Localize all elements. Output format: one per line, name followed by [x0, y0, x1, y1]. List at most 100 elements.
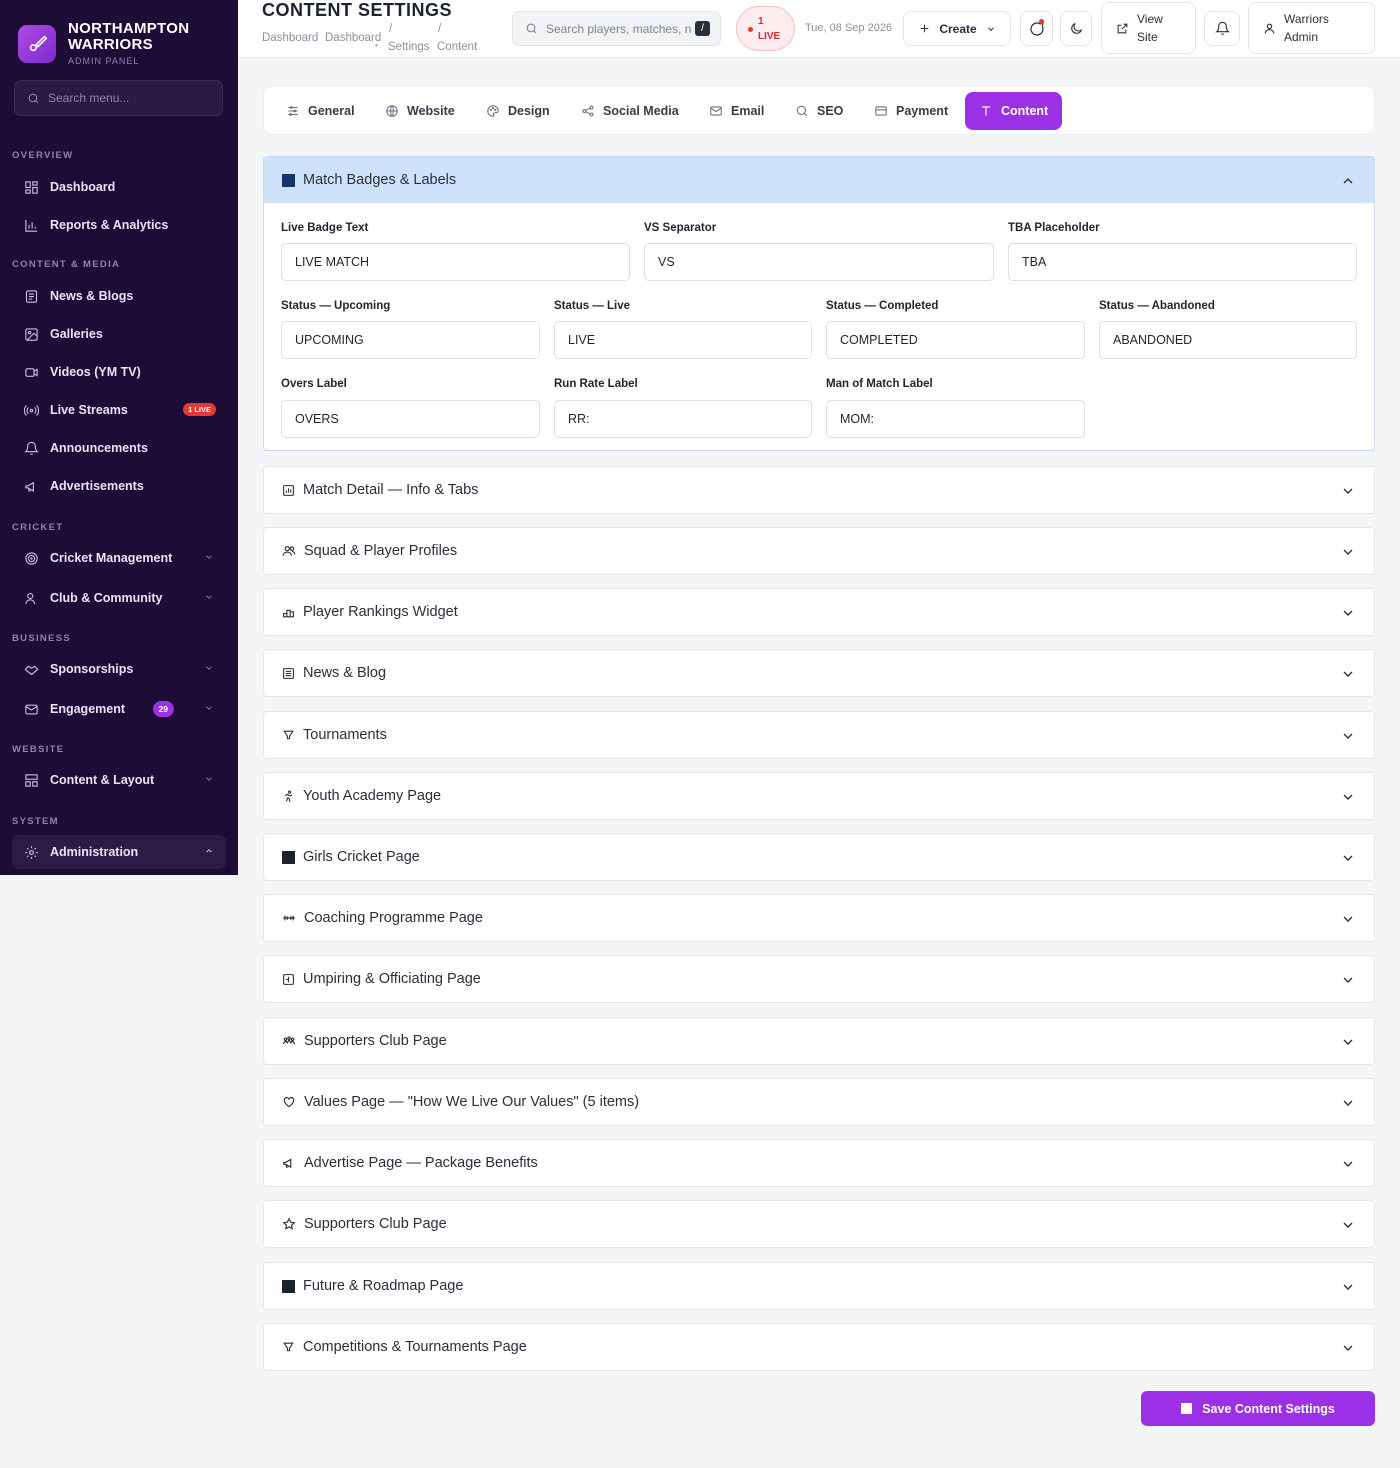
sidebar: NORTHAMPTON WARRIORS ADMIN PANEL Search …	[0, 0, 238, 875]
section-future-roadmap[interactable]: Future & Roadmap Page	[263, 1262, 1375, 1310]
section-header[interactable]: Supporters Club Page	[264, 1201, 1374, 1247]
sidebar-item-live-streams[interactable]: Live Streams 1 LIVE	[12, 393, 226, 427]
live-badge-text-input[interactable]	[281, 243, 630, 281]
section-values[interactable]: Values Page — "How We Live Our Values" (…	[263, 1078, 1375, 1126]
create-button[interactable]: Create	[903, 11, 1011, 46]
sidebar-item-sponsorships[interactable]: Sponsorships	[12, 652, 226, 686]
sidebar-item-dashboard[interactable]: Dashboard	[12, 170, 226, 204]
sidebar-item-label: Videos (YM TV)	[50, 365, 141, 379]
tab-label: Design	[508, 104, 550, 118]
section-umpiring[interactable]: Umpiring & Officiating Page	[263, 955, 1375, 1003]
vs-separator-input[interactable]	[644, 243, 994, 281]
section-header[interactable]: Coaching Programme Page	[264, 895, 1374, 941]
section-header[interactable]: Umpiring & Officiating Page	[264, 956, 1374, 1002]
section-header[interactable]: Advertise Page — Package Benefits	[264, 1140, 1374, 1186]
section-header[interactable]: Tournaments	[264, 712, 1374, 758]
tab-label: Content	[1001, 104, 1049, 118]
section-header[interactable]: Girls Cricket Page	[264, 834, 1374, 880]
section-title: Youth Academy Page	[303, 788, 442, 804]
tba-placeholder-input[interactable]	[1008, 243, 1357, 281]
sidebar-item-label: News & Blogs	[50, 289, 134, 303]
chevron-down-icon	[1343, 1100, 1353, 1106]
nav-section-overview: OVERVIEW	[12, 150, 74, 161]
brand-name-line2: WARRIORS	[68, 36, 153, 53]
section-header[interactable]: Match Detail — Info & Tabs	[264, 467, 1374, 513]
status-live-input[interactable]	[554, 321, 812, 359]
sidebar-item-cricket-management[interactable]: Cricket Management	[12, 541, 226, 575]
section-squad[interactable]: Squad & Player Profiles	[263, 527, 1375, 575]
section-news-blog[interactable]: News & Blog	[263, 649, 1375, 697]
section-header[interactable]: Match Badges & Labels	[264, 157, 1374, 203]
section-header[interactable]: Squad & Player Profiles	[264, 528, 1374, 574]
section-title: News & Blog	[303, 665, 387, 681]
field-label: Run Rate Label	[554, 378, 638, 390]
cricket-logo-icon	[18, 24, 56, 63]
section-header[interactable]: Competitions & Tournaments Page	[264, 1324, 1374, 1370]
section-header[interactable]: News & Blog	[264, 650, 1374, 696]
sidebar-item-content-layout[interactable]: Content & Layout	[12, 763, 226, 797]
section-coaching[interactable]: Coaching Programme Page	[263, 894, 1375, 942]
section-player-rankings[interactable]: Player Rankings Widget	[263, 588, 1375, 636]
sidebar-item-news[interactable]: News & Blogs	[12, 279, 226, 313]
user-menu-button[interactable]: Warriors Admin	[1248, 2, 1375, 54]
section-header[interactable]: Supporters Club Page	[264, 1018, 1374, 1064]
status-completed-input[interactable]	[826, 321, 1085, 359]
tab-social-media[interactable]: Social Media	[567, 92, 693, 130]
sidebar-item-videos[interactable]: Videos (YM TV)	[12, 355, 226, 389]
section-advertise[interactable]: Advertise Page — Package Benefits	[263, 1139, 1375, 1187]
section-competitions[interactable]: Competitions & Tournaments Page	[263, 1323, 1375, 1371]
tab-general[interactable]: General	[272, 92, 369, 130]
section-header[interactable]: Values Page — "How We Live Our Values" (…	[264, 1079, 1374, 1125]
sidebar-search-input[interactable]: Search menu...	[14, 80, 223, 116]
dark-mode-toggle[interactable]	[1060, 11, 1092, 46]
sidebar-item-club-community[interactable]: Club & Community	[12, 581, 226, 615]
search-icon	[526, 23, 537, 34]
sidebar-item-advertisements[interactable]: Advertisements	[12, 469, 226, 503]
brand[interactable]: NORTHAMPTON WARRIORS ADMIN PANEL	[0, 0, 238, 70]
live-indicator-button[interactable]: 1 LIVE	[736, 6, 795, 51]
breadcrumb-dashboard-2[interactable]: Dashboard	[325, 32, 381, 44]
mail-icon	[710, 106, 722, 116]
section-match-detail[interactable]: Match Detail — Info & Tabs	[263, 466, 1375, 514]
tab-website[interactable]: Website	[371, 92, 469, 130]
notifications-button[interactable]	[1204, 11, 1240, 46]
sidebar-item-label: Cricket Management	[50, 551, 173, 565]
plus-icon	[921, 24, 929, 33]
palette-icon	[487, 105, 499, 117]
chevron-down-icon	[1343, 1161, 1353, 1167]
sidebar-item-galleries[interactable]: Galleries	[12, 317, 226, 351]
save-content-settings-button[interactable]: Save Content Settings	[1141, 1391, 1375, 1426]
section-supporters-club[interactable]: Supporters Club Page	[263, 1017, 1375, 1065]
overs-label-input[interactable]	[281, 400, 540, 438]
sidebar-item-announcements[interactable]: Announcements	[12, 431, 226, 465]
chat-button[interactable]	[1020, 11, 1053, 46]
tab-seo[interactable]: SEO	[781, 92, 857, 130]
section-youth-academy[interactable]: Youth Academy Page	[263, 772, 1375, 820]
run-rate-label-input[interactable]	[554, 400, 812, 438]
section-header[interactable]: Youth Academy Page	[264, 773, 1374, 819]
sidebar-item-administration[interactable]: Administration	[12, 835, 226, 869]
sidebar-item-engagement[interactable]: Engagement 29	[12, 692, 226, 726]
breadcrumb-dashboard[interactable]: Dashboard	[262, 32, 318, 44]
tab-design[interactable]: Design	[472, 92, 564, 130]
section-supporters-club-2[interactable]: Supporters Club Page	[263, 1200, 1375, 1248]
breadcrumb-settings[interactable]: Settings	[388, 41, 430, 53]
man-of-match-label-input[interactable]	[826, 400, 1085, 438]
tab-payment[interactable]: Payment	[860, 92, 962, 130]
status-upcoming-input[interactable]	[281, 321, 540, 359]
section-title: Future & Roadmap Page	[303, 1278, 464, 1294]
tab-content[interactable]: Content	[965, 92, 1063, 130]
chevron-down-icon	[206, 666, 212, 670]
nav-section-system: SYSTEM	[12, 816, 59, 827]
view-site-button[interactable]: View Site	[1101, 2, 1196, 54]
bell-icon	[24, 441, 39, 455]
status-abandoned-input[interactable]	[1099, 321, 1357, 359]
chevron-down-icon	[1343, 977, 1353, 983]
section-header[interactable]: Player Rankings Widget	[264, 589, 1374, 635]
section-girls-cricket[interactable]: Girls Cricket Page	[263, 833, 1375, 881]
global-search-input[interactable]: Search players, matches, n /	[512, 11, 721, 46]
tab-email[interactable]: Email	[695, 92, 778, 130]
section-tournaments[interactable]: Tournaments	[263, 711, 1375, 759]
sidebar-item-reports[interactable]: Reports & Analytics	[12, 208, 226, 242]
section-header[interactable]: Future & Roadmap Page	[264, 1263, 1374, 1309]
